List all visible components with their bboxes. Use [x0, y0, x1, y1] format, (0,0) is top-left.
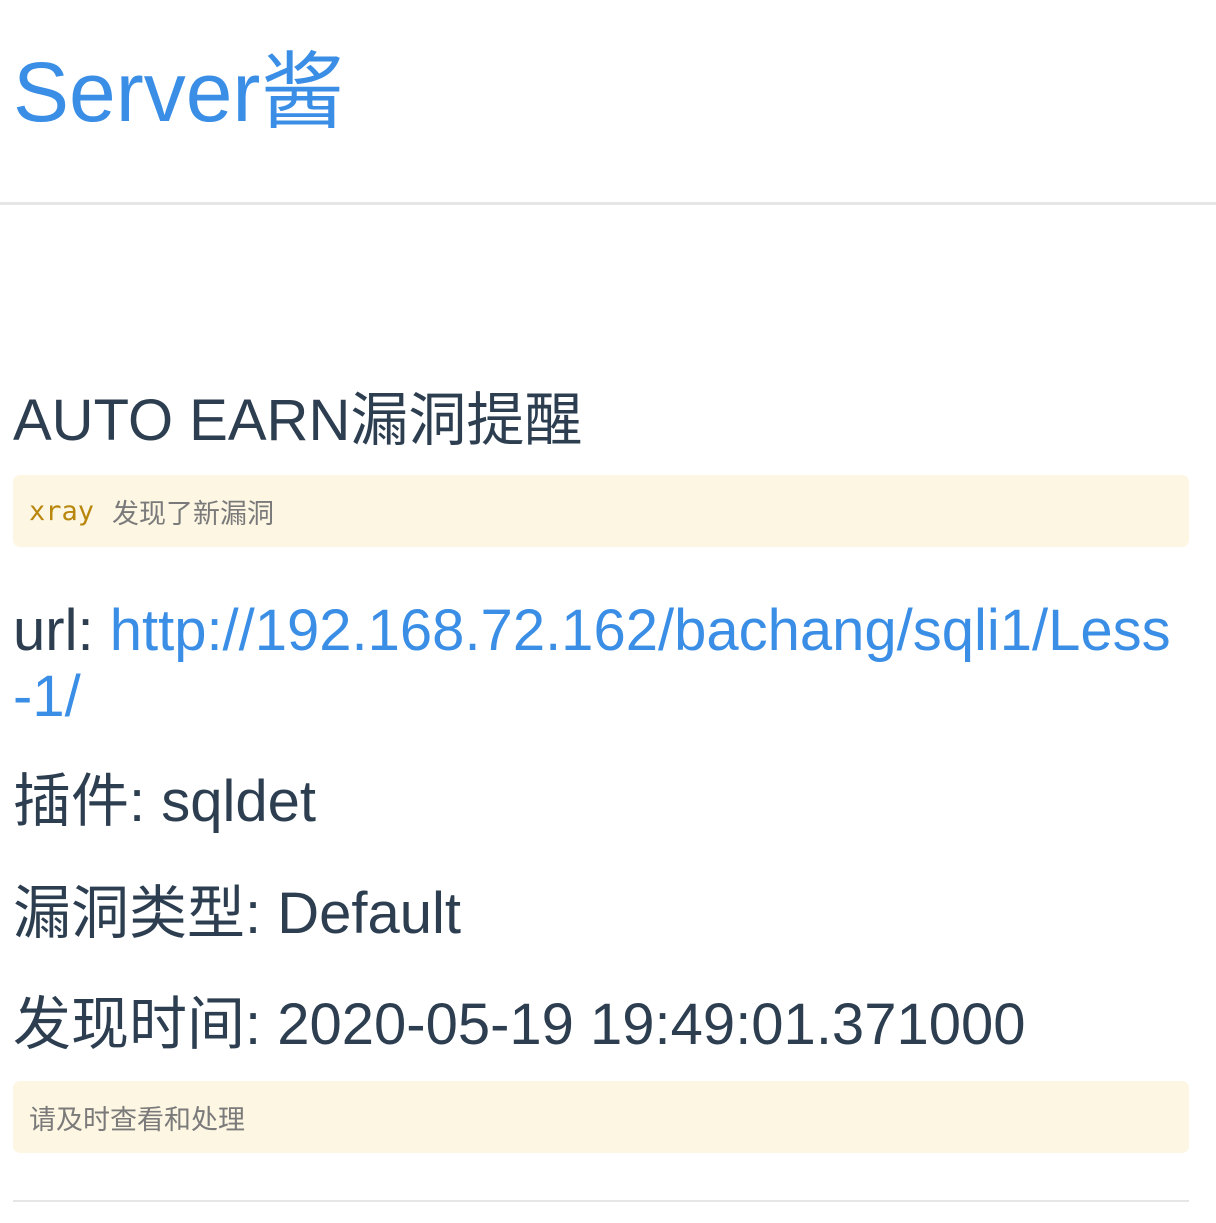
discovery-time-value: 2020-05-19 19:49:01.371000 — [277, 992, 1026, 1057]
vuln-type-label: 漏洞类型: — [13, 881, 262, 946]
vuln-type-line: 漏洞类型: Default — [13, 881, 461, 947]
discovery-time-line: 发现时间: 2020-05-19 19:49:01.371000 — [13, 992, 1025, 1058]
url-line: url: http://192.168.72.162/bachang/sqli1… — [13, 598, 1189, 730]
action-note-block: 请及时查看和处理 — [13, 1081, 1189, 1153]
code-block: xray 发现了新漏洞 — [13, 475, 1189, 547]
url-label: url: — [13, 598, 94, 663]
page-header: Server酱 — [0, 0, 1216, 205]
plugin-line: 插件: sqldet — [13, 769, 316, 835]
action-note: 请及时查看和处理 — [29, 1104, 245, 1135]
tool-name: xray — [29, 495, 95, 527]
code-message: 发现了新漏洞 — [112, 498, 275, 529]
vulnerable-url-link[interactable]: http://192.168.72.162/bachang/sqli1/Less… — [13, 598, 1171, 729]
site-title-link[interactable]: Server酱 — [13, 44, 344, 140]
plugin-value: sqldet — [161, 769, 317, 834]
notice-title: AUTO EARN漏洞提醒 — [13, 388, 583, 453]
vuln-type-value: Default — [277, 881, 462, 946]
plugin-label: 插件: — [13, 769, 146, 834]
horizontal-divider — [13, 1200, 1189, 1202]
discovery-time-label: 发现时间: — [13, 992, 262, 1057]
